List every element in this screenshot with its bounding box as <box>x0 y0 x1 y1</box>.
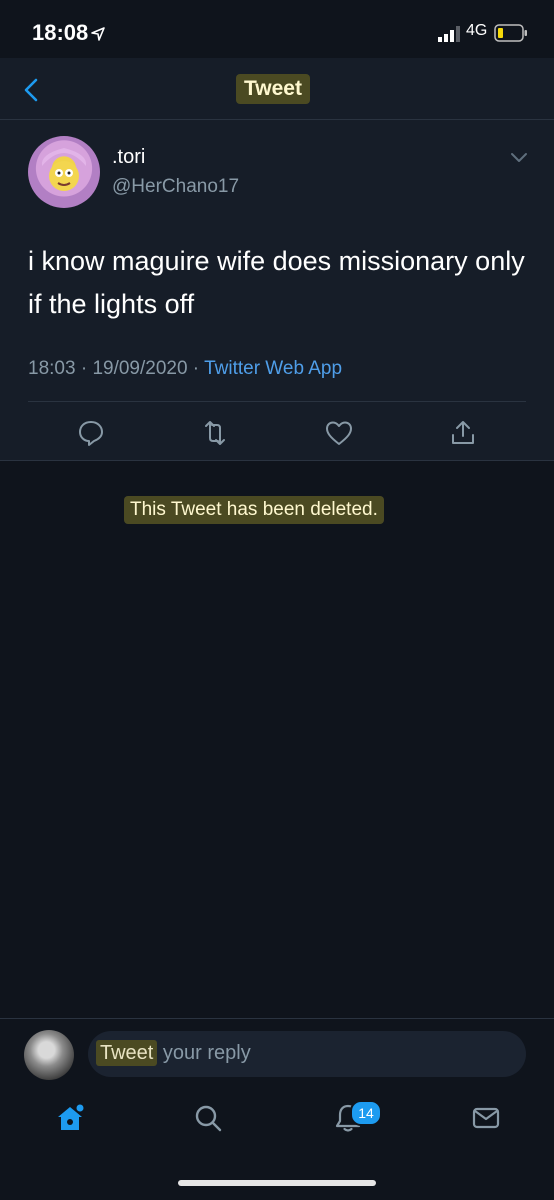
tweet-metadata: 18:03 · 19/09/2020 · Twitter Web App <box>28 358 342 380</box>
page-title: Tweet <box>236 74 310 104</box>
avatar-image <box>41 148 87 191</box>
reply-placeholder-rest: your reply <box>157 1042 251 1064</box>
tweet-date: 19/09/2020 <box>92 358 188 379</box>
like-heart-icon[interactable] <box>324 418 354 448</box>
home-icon[interactable] <box>54 1102 86 1134</box>
status-time: 18:08 <box>32 20 89 45</box>
reply-bar-divider <box>0 1018 554 1019</box>
home-indicator[interactable] <box>178 1180 376 1186</box>
author-handle[interactable]: @HerChano17 <box>112 176 239 198</box>
messages-mail-icon[interactable] <box>470 1102 502 1134</box>
reply-placeholder: Tweet your reply <box>96 1040 251 1066</box>
notifications-count-badge: 14 <box>350 1100 382 1126</box>
signal-strength-icon <box>438 26 460 42</box>
actions-divider <box>28 401 526 402</box>
tweet-source-link[interactable]: Twitter Web App <box>204 358 342 379</box>
card-bottom-divider <box>0 460 554 461</box>
search-icon[interactable] <box>192 1102 224 1134</box>
tweet-text: i know maguire wife does missionary only… <box>28 246 525 319</box>
user-avatar[interactable] <box>24 1030 74 1080</box>
meta-separator: · <box>75 358 93 379</box>
share-icon[interactable] <box>448 418 478 448</box>
tweet-time: 18:03 <box>28 358 76 379</box>
battery-icon <box>494 24 527 42</box>
meta-separator: · <box>187 358 205 379</box>
location-arrow-icon <box>91 27 105 41</box>
deleted-tweet-notice: This Tweet has been deleted. <box>124 496 384 524</box>
author-display-name[interactable]: .tori <box>112 146 145 169</box>
chevron-down-icon[interactable] <box>510 150 528 164</box>
author-avatar[interactable] <box>28 136 100 208</box>
retweet-icon[interactable] <box>200 418 230 448</box>
reply-placeholder-highlight: Tweet <box>96 1040 158 1066</box>
network-type: 4G <box>466 22 488 39</box>
reply-icon[interactable] <box>76 418 106 448</box>
back-chevron-icon[interactable] <box>22 78 42 102</box>
